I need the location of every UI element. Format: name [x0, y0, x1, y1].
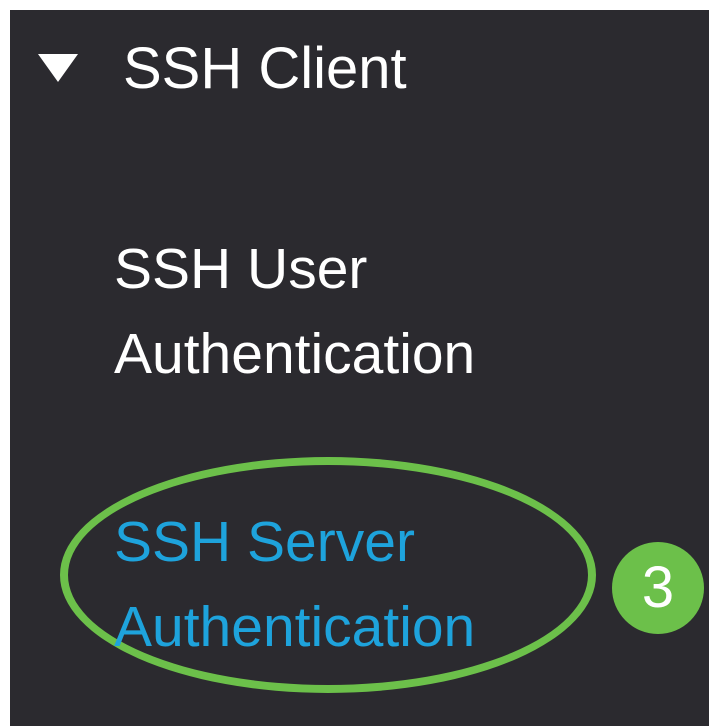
nav-item-label-line1: SSH User — [114, 237, 368, 301]
nav-item-label-line1: SSH Server — [114, 510, 415, 574]
nav-item-label-line2: Authentication — [114, 595, 476, 659]
navigation-panel: SSH Client SSH User Authentication SSH S… — [0, 0, 709, 726]
caret-down-icon[interactable] — [38, 54, 78, 82]
nav-item-ssh-server-authentication[interactable]: SSH Server Authentication — [114, 500, 475, 670]
section-title[interactable]: SSH Client — [123, 33, 407, 105]
step-number-badge: 3 — [612, 542, 704, 634]
nav-item-label-line2: Authentication — [114, 322, 476, 386]
nav-item-ssh-user-authentication[interactable]: SSH User Authentication — [114, 227, 475, 397]
